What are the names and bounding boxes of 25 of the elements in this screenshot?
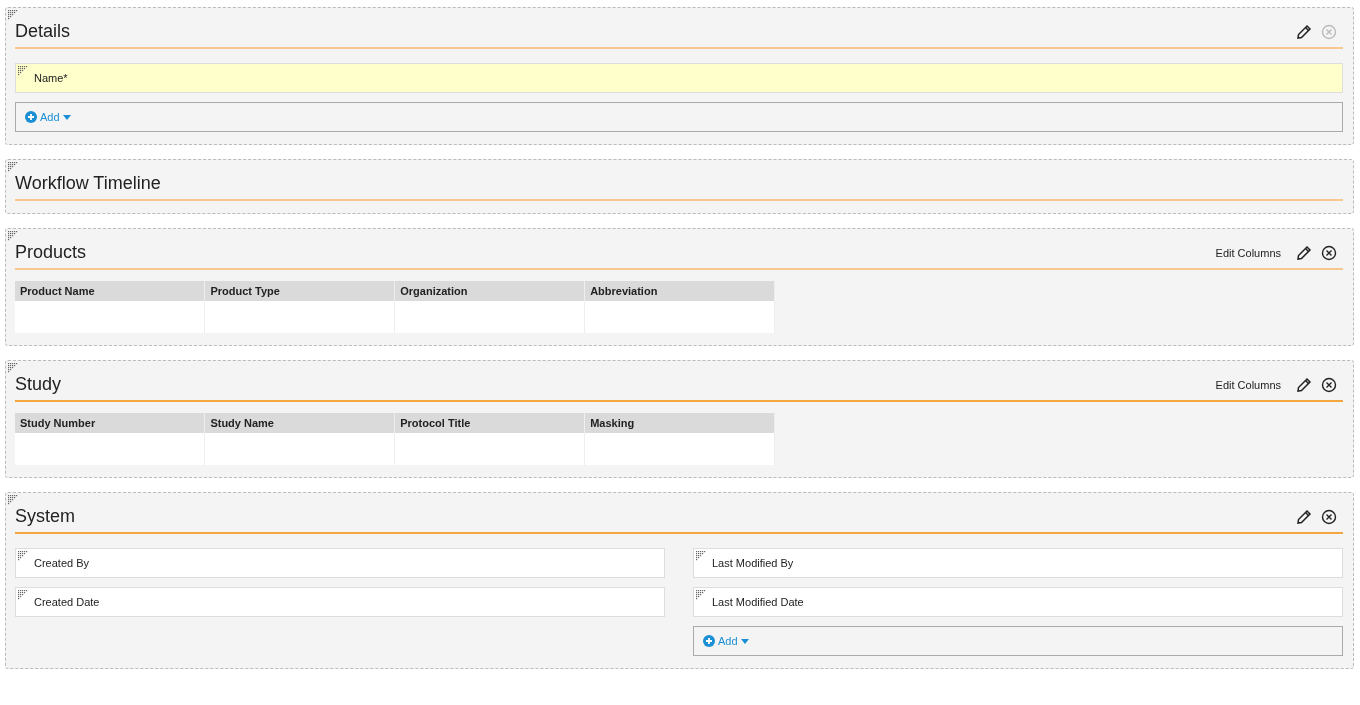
edit-columns-link[interactable]: Edit Columns <box>1215 378 1281 391</box>
form-field[interactable]: Name* <box>15 63 1343 93</box>
column-header: Protocol Title <box>394 413 585 433</box>
section-title: Details <box>15 21 71 42</box>
field-label: Created Date <box>34 596 100 608</box>
column-header: Study Name <box>204 413 395 433</box>
edit-columns-link[interactable]: Edit Columns <box>1215 246 1281 259</box>
column-header: Study Number <box>15 413 205 433</box>
field-label: Last Modified By <box>712 557 794 569</box>
form-field[interactable]: Created By <box>15 548 665 578</box>
column-header: Masking <box>584 413 775 433</box>
section-title: System <box>15 506 75 527</box>
form-field[interactable]: Created Date <box>15 587 665 617</box>
field-label: Name* <box>34 72 68 84</box>
field-label: Created By <box>34 557 90 569</box>
field-label: Last Modified Date <box>712 596 804 608</box>
form-field[interactable]: Last Modified Date <box>693 587 1343 617</box>
column-header: Organization <box>394 281 585 301</box>
column-header: Product Name <box>15 281 205 301</box>
form-field[interactable]: Last Modified By <box>693 548 1343 578</box>
column-header: Abbreviation <box>584 281 775 301</box>
section-title: Products <box>15 242 87 263</box>
section-title: Workflow Timeline <box>15 173 161 194</box>
section-title: Study <box>15 374 62 395</box>
column-header: Product Type <box>204 281 395 301</box>
